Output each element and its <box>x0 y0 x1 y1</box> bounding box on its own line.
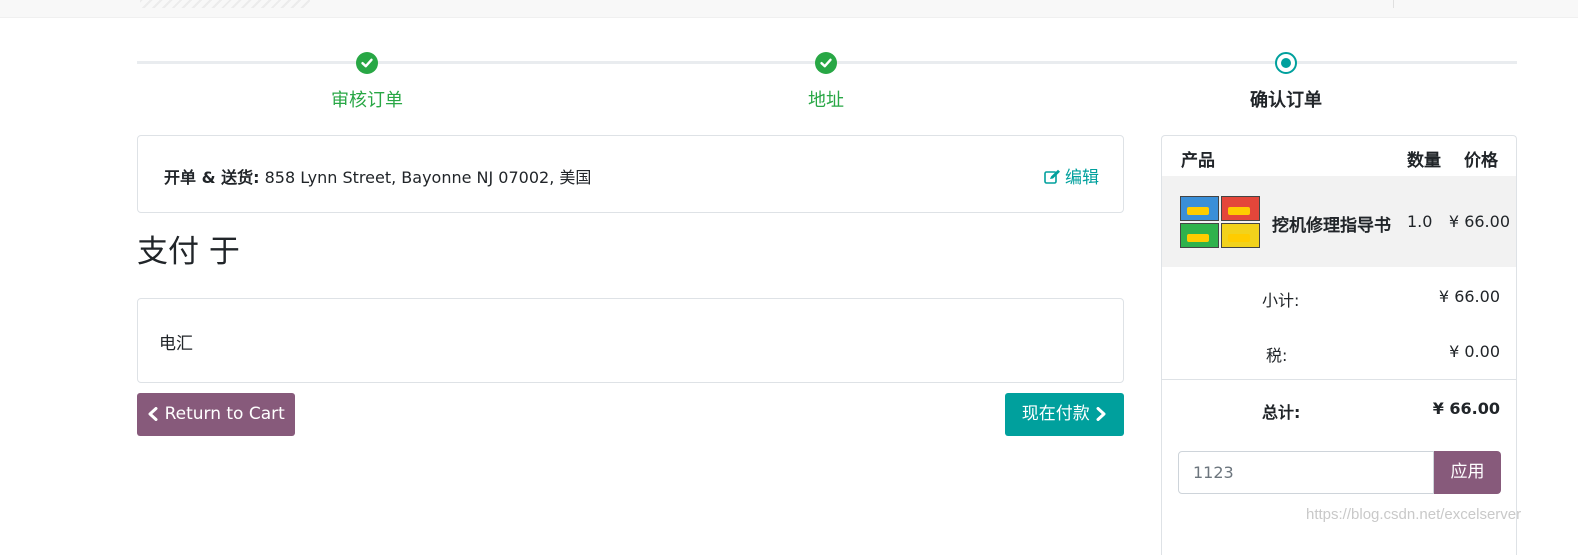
step-3-label: 确认订单 <box>1250 90 1322 111</box>
summary-line-item: 挖机修理指导书 1.0 ¥ 66.00 <box>1162 176 1516 267</box>
navbar-decoration <box>140 0 310 8</box>
summary-header: 产品 数量 价格 <box>1162 136 1516 177</box>
address-card: 开单 & 送货: 858 Lynn Street, Bayonne NJ 070… <box>137 135 1124 213</box>
pay-now-button[interactable]: 现在付款 <box>1005 393 1124 436</box>
order-summary: 产品 数量 价格 挖机修理指导书 1.0 ¥ 66.00 小计: ¥ 66.00… <box>1161 135 1517 555</box>
top-navbar <box>0 0 1578 18</box>
step-2-label[interactable]: 地址 <box>726 86 926 112</box>
tax-label: 税: <box>1266 346 1288 365</box>
product-name: 挖机修理指导书 <box>1272 216 1391 236</box>
product-quantity: 1.0 <box>1407 212 1433 231</box>
product-image <box>1180 196 1260 248</box>
return-to-cart-button[interactable]: Return to Cart <box>137 393 295 436</box>
edit-label: 编辑 <box>1065 168 1099 188</box>
subtotal-value: ¥ 66.00 <box>1438 287 1500 306</box>
address-label: 开单 & 送货: <box>164 168 260 187</box>
payment-method-label: 电汇 <box>159 334 193 354</box>
step-3-current-icon <box>1275 52 1297 74</box>
payment-method-card[interactable]: 电汇 <box>137 298 1124 383</box>
address-value: 858 Lynn Street, Bayonne NJ 07002, 美国 <box>259 168 592 187</box>
chevron-right-icon <box>1096 407 1106 421</box>
payment-title: 支付 于 <box>137 234 240 270</box>
edit-icon <box>1044 169 1060 184</box>
apply-coupon-button[interactable]: 应用 <box>1434 451 1501 494</box>
product-price: ¥ 66.00 <box>1448 212 1510 231</box>
tax-value: ¥ 0.00 <box>1449 342 1500 361</box>
step-1-check-icon <box>356 52 378 74</box>
header-price: 价格 <box>1464 151 1498 171</box>
return-to-cart-label: Return to Cart <box>164 404 285 424</box>
total-label: 总计: <box>1262 403 1301 422</box>
step-1-label[interactable]: 审核订单 <box>267 86 467 112</box>
header-quantity: 数量 <box>1407 151 1441 171</box>
total-value: ¥ 66.00 <box>1432 399 1500 418</box>
totals-divider <box>1162 379 1516 380</box>
step-2-check-icon <box>815 52 837 74</box>
navbar-divider <box>1393 0 1394 8</box>
watermark: https://blog.csdn.net/excelserver <box>1306 506 1522 523</box>
pay-now-label: 现在付款 <box>1021 404 1090 424</box>
chevron-left-icon <box>148 407 158 421</box>
edit-address-link[interactable]: 编辑 <box>1044 163 1099 188</box>
subtotal-label: 小计: <box>1262 291 1300 310</box>
billing-shipping-address: 开单 & 送货: 858 Lynn Street, Bayonne NJ 070… <box>164 164 591 188</box>
coupon-code-input[interactable] <box>1178 451 1434 494</box>
header-product: 产品 <box>1181 151 1215 171</box>
